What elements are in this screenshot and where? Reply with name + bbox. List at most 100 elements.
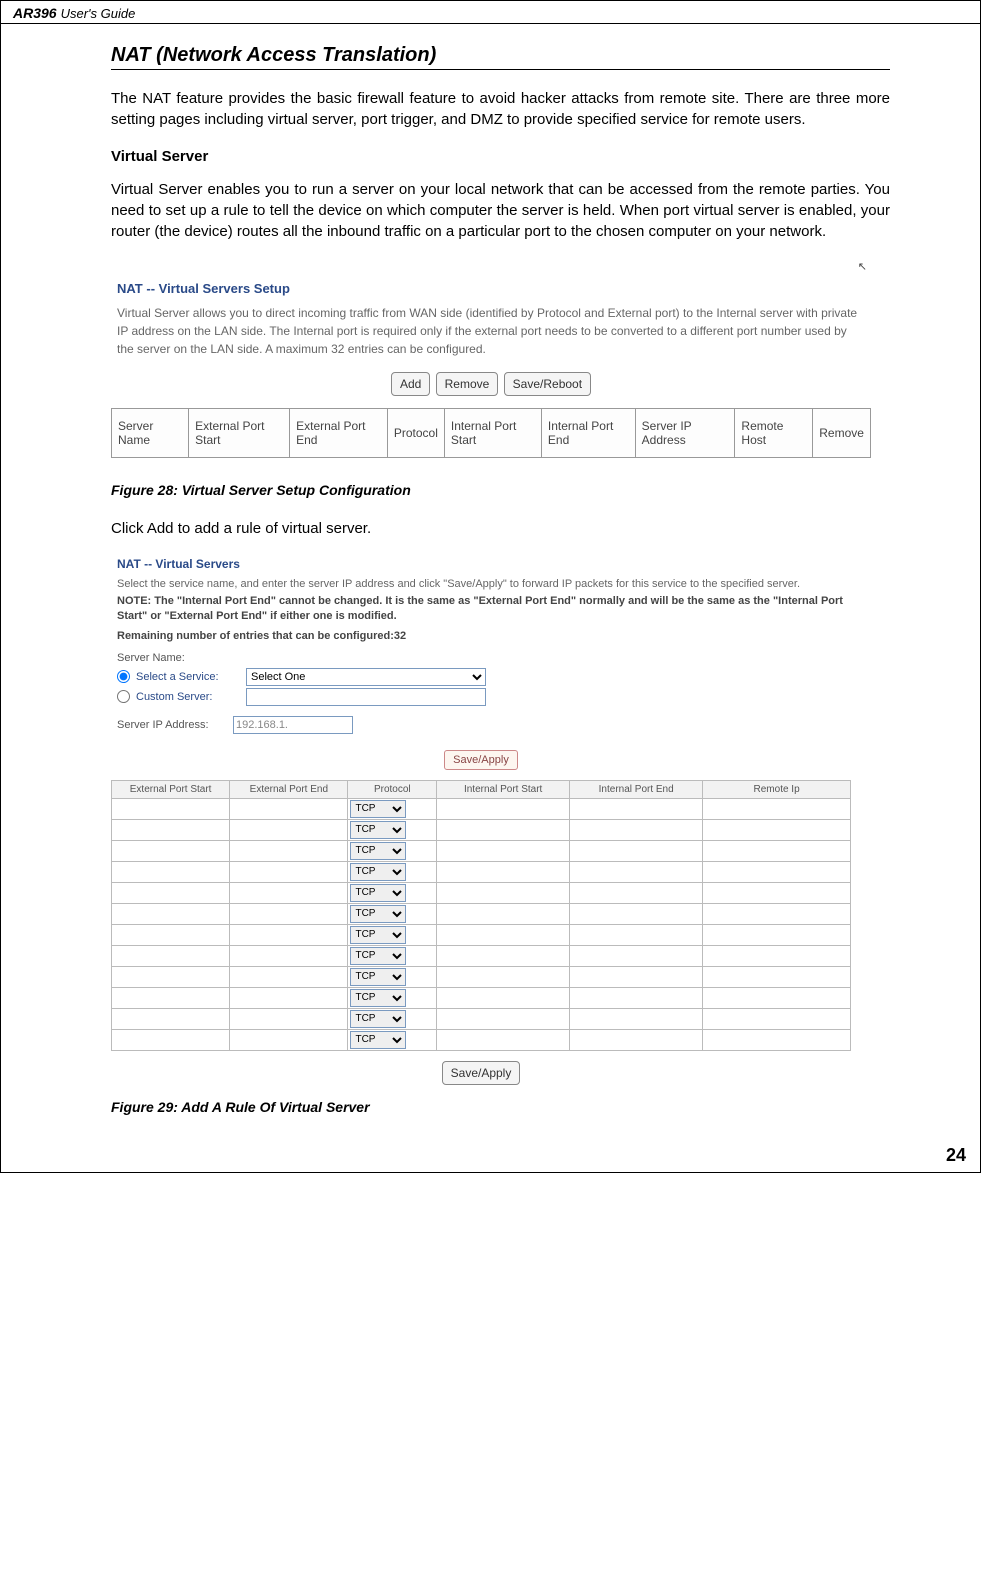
- select-service-radio[interactable]: [117, 670, 130, 683]
- port-input[interactable]: [570, 842, 702, 860]
- port-cell: TCP: [348, 903, 437, 924]
- pcol-ext-end: External Port End: [230, 780, 348, 798]
- port-input[interactable]: [437, 821, 569, 839]
- save-reboot-button[interactable]: Save/Reboot: [504, 372, 591, 396]
- port-table-row: TCP: [112, 1029, 851, 1050]
- port-cell: [570, 819, 703, 840]
- port-input[interactable]: [570, 989, 702, 1007]
- port-input[interactable]: [437, 968, 569, 986]
- port-input[interactable]: [570, 947, 702, 965]
- pcol-ext-start: External Port Start: [112, 780, 230, 798]
- port-input[interactable]: [703, 989, 850, 1007]
- port-input[interactable]: [112, 1031, 229, 1049]
- col-remote-host: Remote Host: [735, 409, 813, 458]
- port-cell: TCP: [348, 987, 437, 1008]
- protocol-select[interactable]: TCP: [350, 800, 406, 818]
- remove-button[interactable]: Remove: [436, 372, 499, 396]
- protocol-select[interactable]: TCP: [350, 926, 406, 944]
- protocol-select[interactable]: TCP: [350, 863, 406, 881]
- port-input[interactable]: [437, 989, 569, 1007]
- port-input[interactable]: [230, 905, 347, 923]
- custom-server-input[interactable]: [246, 688, 486, 706]
- port-input[interactable]: [112, 968, 229, 986]
- protocol-select[interactable]: TCP: [350, 947, 406, 965]
- port-input[interactable]: [570, 800, 702, 818]
- protocol-select[interactable]: TCP: [350, 1010, 406, 1028]
- virtual-server-paragraph: Virtual Server enables you to run a serv…: [111, 179, 890, 242]
- port-input[interactable]: [230, 989, 347, 1007]
- port-input[interactable]: [703, 905, 850, 923]
- add-button[interactable]: Add: [391, 372, 430, 396]
- port-input[interactable]: [230, 821, 347, 839]
- port-input[interactable]: [230, 926, 347, 944]
- port-input[interactable]: [112, 821, 229, 839]
- port-input[interactable]: [112, 989, 229, 1007]
- port-input[interactable]: [112, 905, 229, 923]
- port-input[interactable]: [437, 884, 569, 902]
- save-apply-button-bottom[interactable]: Save/Apply: [442, 1061, 521, 1085]
- port-input[interactable]: [437, 1010, 569, 1028]
- port-input[interactable]: [703, 800, 850, 818]
- port-input[interactable]: [570, 1010, 702, 1028]
- protocol-select[interactable]: TCP: [350, 842, 406, 860]
- port-input[interactable]: [112, 863, 229, 881]
- vs-table: Server Name External Port Start External…: [111, 408, 871, 458]
- port-input[interactable]: [570, 863, 702, 881]
- port-input[interactable]: [703, 947, 850, 965]
- port-input[interactable]: [703, 968, 850, 986]
- port-input[interactable]: [437, 863, 569, 881]
- port-table-header-row: External Port Start External Port End Pr…: [112, 780, 851, 798]
- port-input[interactable]: [230, 1031, 347, 1049]
- port-input[interactable]: [570, 1031, 702, 1049]
- custom-server-radio[interactable]: [117, 690, 130, 703]
- port-input[interactable]: [703, 926, 850, 944]
- screenshot-virtual-servers-add: NAT -- Virtual Servers Select the servic…: [111, 557, 851, 1085]
- port-input[interactable]: [112, 947, 229, 965]
- service-select[interactable]: Select One: [246, 668, 486, 686]
- port-input[interactable]: [230, 1010, 347, 1028]
- port-cell: [230, 840, 348, 861]
- port-input[interactable]: [703, 863, 850, 881]
- port-input[interactable]: [112, 1010, 229, 1028]
- port-input[interactable]: [570, 968, 702, 986]
- protocol-select[interactable]: TCP: [350, 968, 406, 986]
- port-table-row: TCP: [112, 1008, 851, 1029]
- port-input[interactable]: [570, 821, 702, 839]
- port-input[interactable]: [703, 1031, 850, 1049]
- protocol-select[interactable]: TCP: [350, 821, 406, 839]
- port-input[interactable]: [703, 884, 850, 902]
- port-input[interactable]: [703, 842, 850, 860]
- protocol-select[interactable]: TCP: [350, 884, 406, 902]
- port-input[interactable]: [230, 863, 347, 881]
- port-input[interactable]: [230, 800, 347, 818]
- port-input[interactable]: [437, 926, 569, 944]
- port-input[interactable]: [570, 884, 702, 902]
- port-input[interactable]: [437, 1031, 569, 1049]
- port-table-body: TCP TCP TCP TCP TCP TCP TCP TCP TCP TCP TCP TCP: [112, 798, 851, 1050]
- protocol-select[interactable]: TCP: [350, 1031, 406, 1049]
- port-input[interactable]: [703, 821, 850, 839]
- port-table: External Port Start External Port End Pr…: [111, 780, 851, 1051]
- port-input[interactable]: [570, 926, 702, 944]
- page-number: 24: [1, 1145, 980, 1172]
- port-input[interactable]: [230, 968, 347, 986]
- port-cell: [570, 966, 703, 987]
- port-input[interactable]: [230, 842, 347, 860]
- port-input[interactable]: [230, 884, 347, 902]
- port-table-row: TCP: [112, 987, 851, 1008]
- server-ip-input[interactable]: [233, 716, 353, 734]
- port-input[interactable]: [112, 884, 229, 902]
- port-input[interactable]: [112, 842, 229, 860]
- port-input[interactable]: [437, 800, 569, 818]
- port-input[interactable]: [570, 905, 702, 923]
- save-apply-button-top[interactable]: Save/Apply: [444, 750, 518, 770]
- port-input[interactable]: [437, 905, 569, 923]
- port-input[interactable]: [437, 842, 569, 860]
- port-input[interactable]: [112, 800, 229, 818]
- port-input[interactable]: [112, 926, 229, 944]
- port-input[interactable]: [230, 947, 347, 965]
- protocol-select[interactable]: TCP: [350, 989, 406, 1007]
- port-input[interactable]: [437, 947, 569, 965]
- port-input[interactable]: [703, 1010, 850, 1028]
- protocol-select[interactable]: TCP: [350, 905, 406, 923]
